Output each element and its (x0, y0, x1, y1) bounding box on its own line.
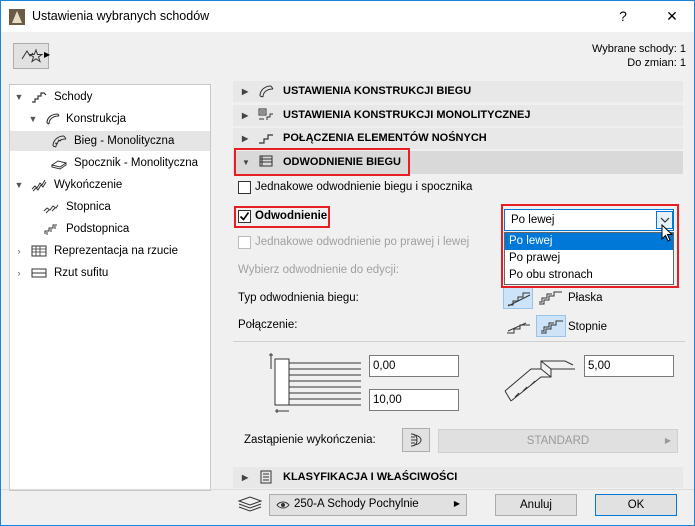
app-icon (9, 9, 25, 25)
drainage-label: Odwodnienie (255, 210, 328, 222)
ceiling-plan-icon (31, 268, 47, 278)
selected-count: Wybrane schody: 1 (591, 43, 686, 55)
tree-item-riser[interactable]: Podstopnica (10, 219, 210, 239)
expand-arrow-icon: ▶ (242, 111, 249, 120)
run-monolithic-icon (52, 135, 67, 148)
expand-arrow-icon: ▶ (242, 473, 249, 482)
connection-value: Stopnie (568, 321, 608, 333)
settings-tree: ▼ Schody ▼ Konstrukcja Bieg - Monolitycz… (9, 84, 211, 491)
expand-arrow-icon: ▶ (242, 134, 249, 143)
drainage-checkbox[interactable] (238, 210, 251, 223)
drainage-type-value: Płaska (568, 292, 603, 304)
same-left-right-checkbox[interactable] (238, 236, 251, 249)
layer-select[interactable]: 250-A Schody Pochylnie ▶ (269, 494, 467, 516)
choose-edit-label: Wybierz odwodnienie do edycji: (238, 264, 399, 276)
footer-divider (1, 489, 694, 490)
section-run-structure[interactable]: ▶ USTAWIENIA KONSTRUKCJI BIEGU (233, 81, 683, 102)
layers-icon (237, 496, 263, 512)
stepped-drainage-icon[interactable] (538, 290, 564, 306)
select-arrow-icon: ▶ (453, 499, 460, 508)
flat-type-button[interactable] (503, 287, 533, 309)
finish-icon (31, 179, 47, 192)
favorites-arrow-icon: ▶ (44, 50, 51, 59)
floor-plan-icon (31, 245, 47, 257)
tree-item-run-monolithic[interactable]: Bieg - Monolityczna (10, 131, 210, 151)
check-icon (239, 212, 250, 221)
eye-icon (276, 501, 290, 509)
connection-steps-button[interactable] (536, 315, 566, 337)
same-left-right-label: Jednakowe odwodnienie po prawej i lewej (255, 236, 470, 248)
to-change-count: Do zmian: 1 (627, 57, 686, 69)
tree-item-floor-plan[interactable]: › Reprezentacja na rzucie (10, 241, 210, 261)
connection-step-diagram (504, 360, 575, 402)
favorites-button[interactable]: ▶ (13, 43, 51, 69)
surface-select[interactable]: STANDARD ▶ (438, 429, 678, 453)
close-button[interactable]: ✕ (658, 5, 686, 27)
same-run-landing-checkbox[interactable] (238, 181, 251, 194)
title-bar: Ustawienia wybranych schodów ? ✕ (1, 1, 694, 32)
section-monolithic-structure[interactable]: ▶ USTAWIENIA KONSTRUKCJI MONOLITYCZNEJ (233, 105, 683, 126)
tree-item-structure[interactable]: ▼ Konstrukcja (10, 109, 210, 129)
ok-button[interactable]: OK (595, 494, 677, 516)
riser-icon (44, 224, 57, 235)
drainage-section-diagram (269, 353, 361, 413)
structure-icon (46, 113, 60, 125)
monolithic-structure-icon (258, 108, 273, 120)
section-support-connections[interactable]: ▶ POŁĄCZENIA ELEMENTÓW NOŚNYCH (233, 128, 683, 149)
dialog-window: Ustawienia wybranych schodów ? ✕ ▶ Wybra… (0, 0, 695, 526)
connection-steps-icon (541, 320, 563, 334)
tree-item-landing-monolithic[interactable]: Spocznik - Monolityczna (10, 153, 210, 173)
drainage-type-label: Typ odwodnienia biegu: (238, 292, 359, 304)
window-title: Ustawienia wybranych schodów (32, 9, 210, 23)
same-run-landing-label: Jednakowe odwodnienie biegu i spocznika (255, 181, 473, 193)
flat-drainage-icon (507, 292, 531, 307)
tree-item-stairs[interactable]: ▼ Schody (10, 87, 210, 107)
drainage-offset-input[interactable]: 0,00 (369, 355, 459, 377)
tree-item-ceiling-plan[interactable]: › Rzut sufitu (10, 263, 210, 283)
divider (233, 341, 685, 342)
section-classification[interactable]: ▶ KLASYFIKACJA I WŁAŚCIWOŚCI (233, 467, 683, 488)
support-connections-icon (259, 134, 273, 144)
help-button[interactable]: ? (609, 5, 637, 27)
mouse-cursor-icon (661, 224, 674, 242)
highlight-drainage-section (234, 148, 410, 176)
connection-label: Połączenie: (238, 319, 298, 331)
surface-icon (410, 433, 422, 447)
expand-arrow-icon: ▶ (242, 87, 249, 96)
favorites-star-icon (21, 48, 44, 63)
surface-picker-button[interactable] (402, 428, 430, 452)
cancel-button[interactable]: Anuluj (495, 494, 577, 516)
tree-item-tread[interactable]: Stopnica (10, 197, 210, 217)
drainage-width-input[interactable]: 10,00 (369, 389, 459, 411)
replace-finish-label: Zastąpienie wykończenia: (244, 434, 376, 446)
tread-icon (43, 204, 59, 214)
run-structure-icon (259, 85, 274, 98)
tree-item-finish[interactable]: ▼ Wykończenie (10, 175, 210, 195)
highlight-dropdown (501, 204, 679, 288)
landing-monolithic-icon (50, 160, 68, 170)
stairs-icon (32, 92, 47, 103)
select-arrow-icon: ▶ (664, 436, 671, 445)
classification-icon (260, 470, 272, 484)
connection-flat-icon[interactable] (506, 319, 532, 335)
step-height-input[interactable]: 5,00 (584, 355, 674, 377)
